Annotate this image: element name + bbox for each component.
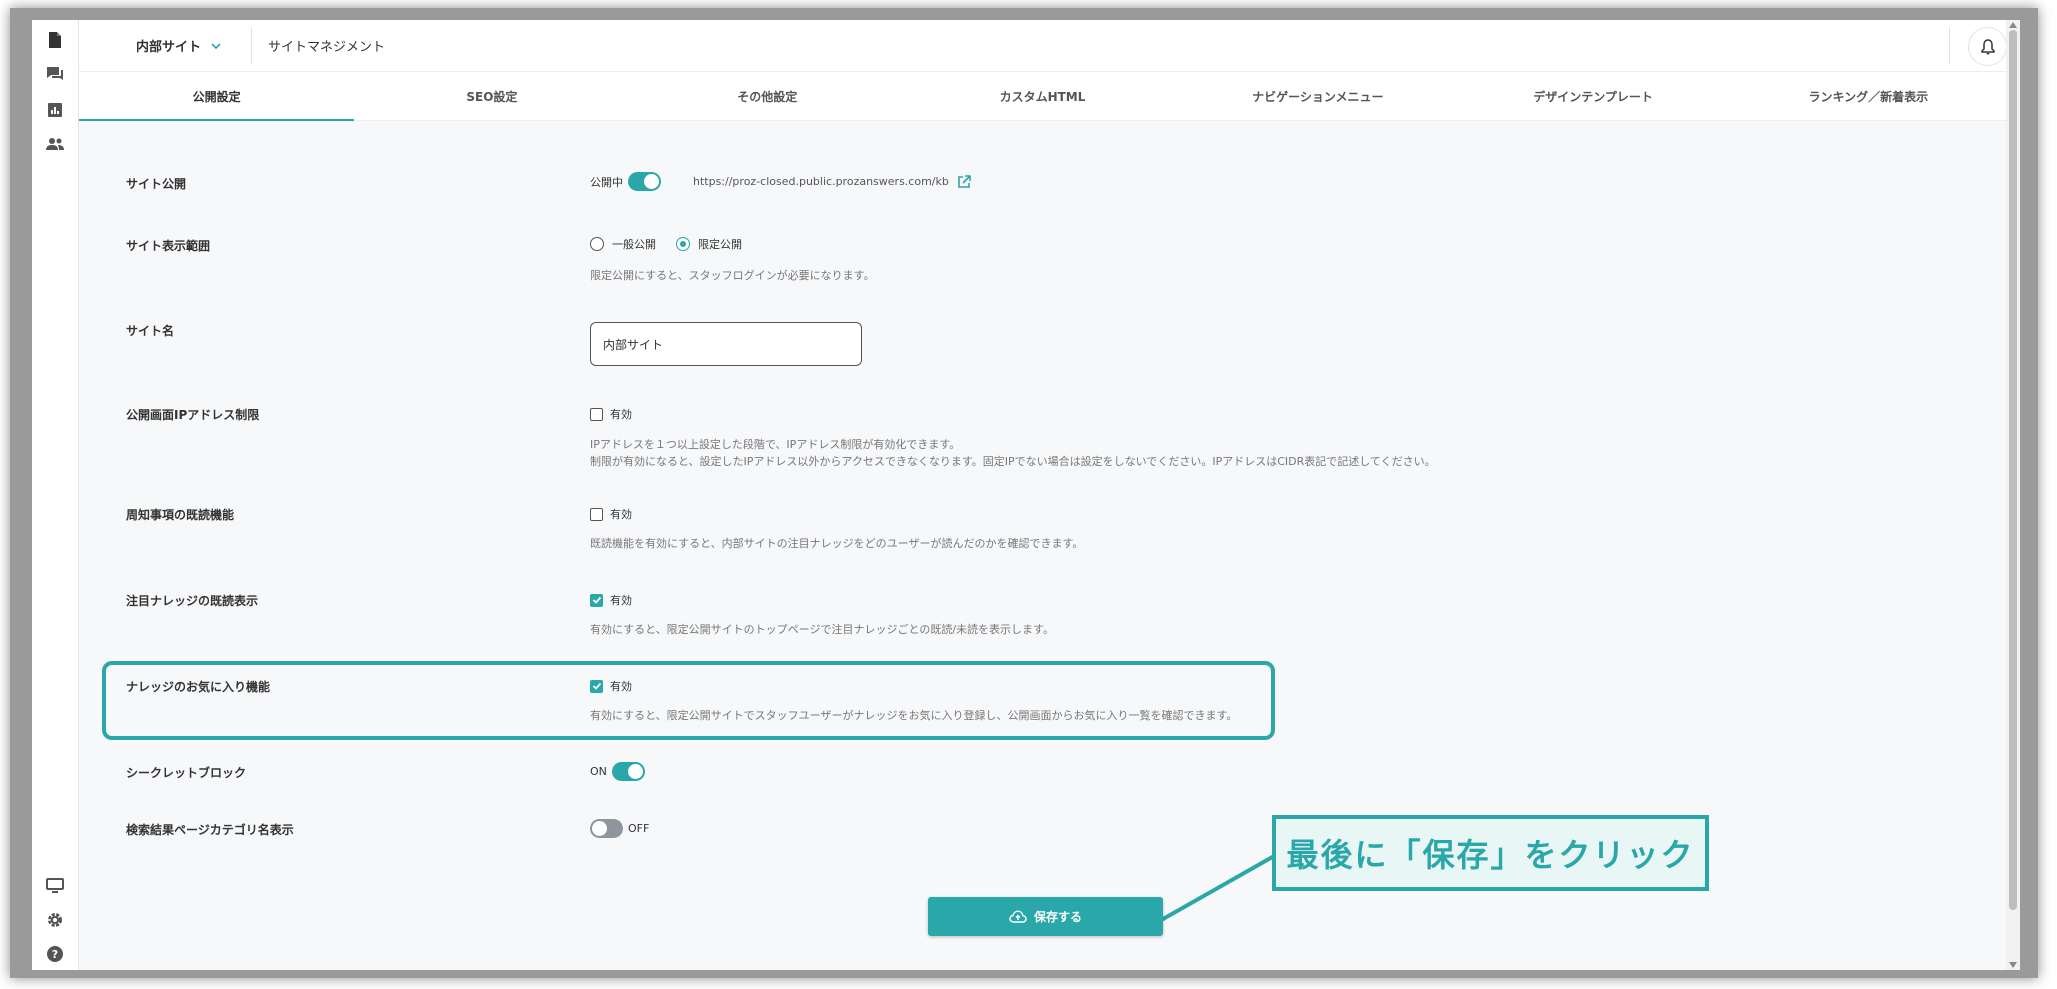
callout-annotation: 最後に「保存」をクリック bbox=[1272, 815, 1709, 891]
scroll-down-arrow[interactable] bbox=[2009, 962, 2017, 968]
ip-restrict-checkbox-label: 有効 bbox=[610, 408, 632, 421]
favorites-label: ナレッジのお気に入り機能 bbox=[126, 680, 271, 694]
checkmark-icon bbox=[592, 596, 601, 604]
secret-block-state: ON bbox=[590, 765, 607, 778]
publish-status: 公開中 bbox=[590, 175, 623, 189]
favorites-control: 有効 bbox=[590, 678, 632, 694]
ip-restrict-desc-line1: IPアドレスを１つ以上設定した段階で、IPアドレス制限が有効化できます。 bbox=[590, 438, 961, 451]
cloud-upload-icon bbox=[1009, 910, 1027, 923]
highlight-box bbox=[102, 661, 1275, 740]
chevron-down-icon bbox=[211, 42, 221, 49]
chart-icon[interactable] bbox=[43, 98, 67, 122]
category-name-label: 検索結果ページカテゴリ名表示 bbox=[126, 823, 294, 837]
bell-icon bbox=[1980, 38, 1995, 54]
radio-limited[interactable] bbox=[676, 237, 690, 251]
ip-restrict-checkbox[interactable] bbox=[590, 407, 603, 421]
site-name-label: サイト名 bbox=[126, 324, 175, 338]
site-scope-label: サイト表示範囲 bbox=[126, 239, 211, 253]
scrollbar[interactable] bbox=[2006, 20, 2020, 970]
left-nav: ? bbox=[32, 20, 79, 970]
top-bar: 内部サイト サイトマネジメント bbox=[79, 20, 2020, 72]
divider bbox=[1949, 27, 1950, 64]
svg-text:?: ? bbox=[52, 948, 58, 961]
users-icon[interactable] bbox=[43, 132, 67, 156]
featured-read-description: 有効にすると、限定公開サイトのトップページで注目ナレッジごとの既読/未読を表示し… bbox=[590, 623, 1054, 636]
site-scope-description: 限定公開にすると、スタッフログインが必要になります。 bbox=[590, 269, 875, 282]
app-window: ? 内部サイト サイトマネジメント 公開設定 SEO設定 その他設定 カスタムH… bbox=[32, 20, 2020, 970]
save-button[interactable]: 保存する bbox=[928, 897, 1163, 936]
site-selector-label: 内部サイト bbox=[136, 40, 202, 55]
scroll-up-arrow[interactable] bbox=[2009, 22, 2017, 28]
divider bbox=[251, 27, 252, 64]
secret-block-control: ON bbox=[590, 762, 645, 781]
secret-block-label: シークレットブロック bbox=[126, 766, 247, 780]
site-scope-control: 一般公開 限定公開 bbox=[590, 236, 742, 252]
help-icon[interactable]: ? bbox=[43, 942, 67, 966]
secret-block-toggle[interactable] bbox=[611, 762, 645, 781]
tab-publish-settings[interactable]: 公開設定 bbox=[79, 72, 355, 121]
site-selector[interactable]: 内部サイト bbox=[136, 20, 223, 71]
featured-read-checkbox-label: 有効 bbox=[610, 594, 632, 607]
tab-design-template[interactable]: デザインテンプレート bbox=[1455, 72, 1730, 120]
read-notice-checkbox-label: 有効 bbox=[610, 508, 632, 521]
ip-restrict-control: 有効 bbox=[590, 406, 632, 422]
notification-button[interactable] bbox=[1968, 27, 2007, 66]
radio-public[interactable] bbox=[590, 237, 604, 251]
read-notice-control: 有効 bbox=[590, 506, 632, 522]
read-notice-checkbox[interactable] bbox=[590, 507, 603, 521]
settings-tabs: 公開設定 SEO設定 その他設定 カスタムHTML ナビゲーションメニュー デザ… bbox=[79, 72, 2006, 121]
tab-seo-settings[interactable]: SEO設定 bbox=[354, 72, 629, 120]
ip-restrict-description: IPアドレスを１つ以上設定した段階で、IPアドレス制限が有効化できます。 制限が… bbox=[590, 436, 1436, 470]
category-name-state: OFF bbox=[628, 822, 650, 835]
tab-navigation-menu[interactable]: ナビゲーションメニュー bbox=[1180, 72, 1455, 120]
category-name-toggle[interactable] bbox=[590, 819, 623, 838]
external-link-icon[interactable] bbox=[957, 174, 971, 189]
favorites-checkbox[interactable] bbox=[590, 679, 603, 693]
checkmark-icon bbox=[592, 682, 601, 690]
chat-icon[interactable] bbox=[43, 62, 67, 86]
favorites-description: 有効にすると、限定公開サイトでスタッフユーザーがナレッジをお気に入り登録し、公開… bbox=[590, 709, 1238, 722]
tab-other-settings[interactable]: その他設定 bbox=[630, 72, 905, 120]
featured-read-control: 有効 bbox=[590, 592, 632, 608]
site-publish-label: サイト公開 bbox=[126, 177, 187, 191]
category-name-control: OFF bbox=[590, 819, 649, 838]
featured-read-checkbox[interactable] bbox=[590, 593, 603, 607]
site-name-input[interactable] bbox=[590, 322, 862, 366]
page-title: サイトマネジメント bbox=[268, 40, 386, 55]
ip-restrict-label: 公開画面IPアドレス制限 bbox=[126, 408, 260, 422]
read-notice-label: 周知事項の既読機能 bbox=[126, 508, 235, 522]
read-notice-description: 既読機能を有効にすると、内部サイトの注目ナレッジをどのユーザーが読んだのかを確認… bbox=[590, 537, 1084, 550]
gear-icon[interactable] bbox=[43, 908, 67, 932]
radio-public-label: 一般公開 bbox=[612, 238, 656, 251]
scroll-thumb[interactable] bbox=[2009, 30, 2017, 910]
site-publish-control: 公開中 https://proz-closed.public.prozanswe… bbox=[590, 172, 971, 191]
tab-ranking[interactable]: ランキング／新着表示 bbox=[1731, 72, 2006, 120]
document-icon[interactable] bbox=[43, 28, 67, 52]
featured-read-label: 注目ナレッジの既読表示 bbox=[126, 594, 259, 608]
radio-limited-label: 限定公開 bbox=[698, 238, 742, 251]
favorites-checkbox-label: 有効 bbox=[610, 680, 632, 693]
tab-custom-html[interactable]: カスタムHTML bbox=[905, 72, 1180, 120]
callout-connector bbox=[1155, 853, 1277, 925]
ip-restrict-desc-line2: 制限が有効になると、設定したIPアドレス以外からアクセスできなくなります。固定I… bbox=[590, 455, 1436, 468]
publish-toggle[interactable] bbox=[628, 172, 661, 191]
save-button-label: 保存する bbox=[1033, 910, 1082, 924]
monitor-icon[interactable] bbox=[43, 874, 67, 898]
public-url[interactable]: https://proz-closed.public.prozanswers.c… bbox=[693, 175, 949, 188]
